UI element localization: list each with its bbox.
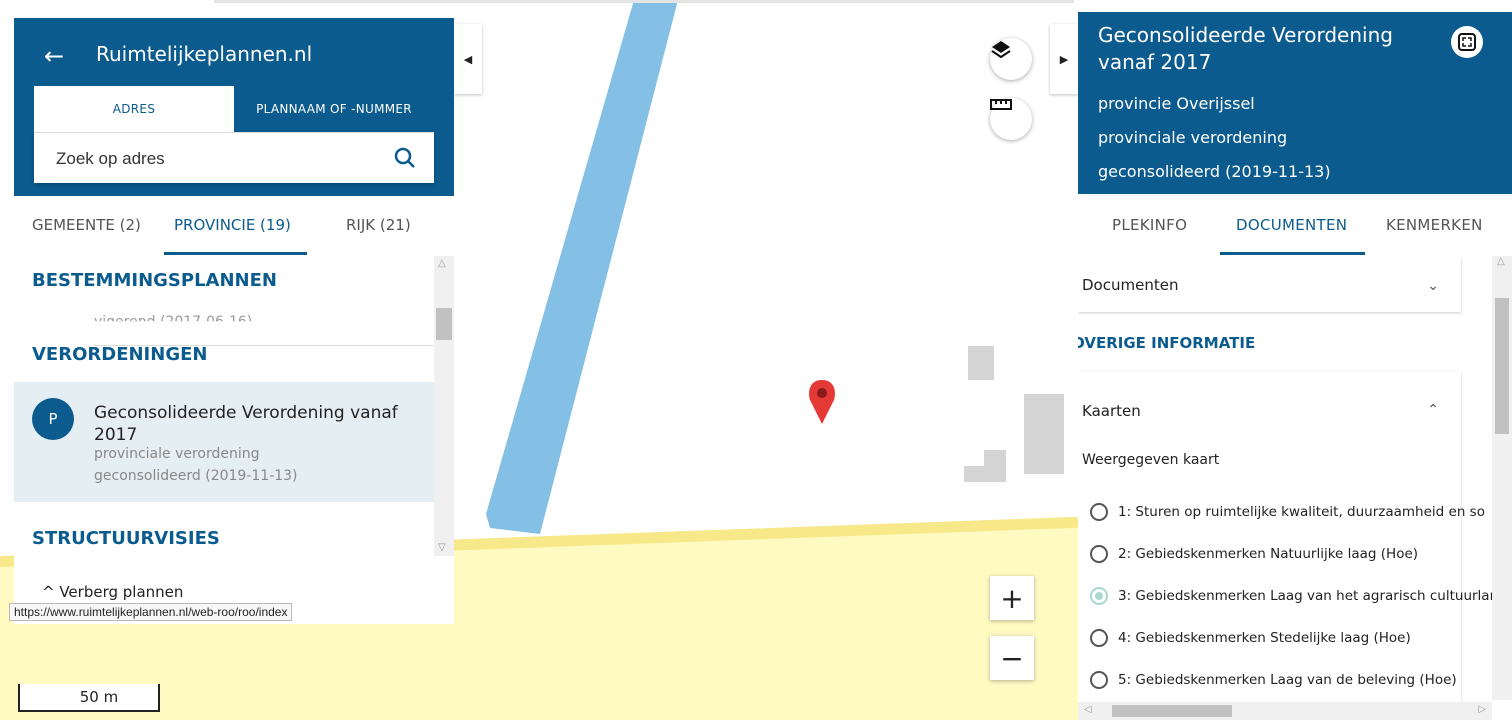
documents-content: Documenten ⌄ OVERIGE INFORMATIE Kaarten … (1078, 256, 1492, 708)
scrollbar-thumb[interactable] (1495, 298, 1509, 434)
kaarten-card: Kaarten ⌃ Weergegeven kaart 1: Sturen op… (1078, 372, 1492, 708)
measure-button[interactable] (990, 98, 1032, 140)
radio-button[interactable] (1090, 503, 1108, 521)
radio-button[interactable] (1090, 545, 1108, 563)
layers-button[interactable] (990, 38, 1032, 80)
tab-plekinfo[interactable]: PLEKINFO (1112, 216, 1187, 234)
map-option-label: 4: Gebiedskenmerken Stedelijke laag (Hoe… (1118, 630, 1411, 646)
plan-title: Geconsolideerde Verordening vanaf 2017 (1098, 23, 1393, 74)
documenten-card[interactable]: Documenten ⌄ (1078, 256, 1461, 312)
collapse-left-panel-button[interactable]: ◀ (454, 24, 482, 94)
chevron-up-icon[interactable]: ⌃ (1427, 402, 1439, 418)
map-option-1[interactable]: 1: Sturen op ruimtelijke kwaliteit, duur… (1090, 500, 1485, 524)
caret-right-icon: ▶ (1059, 52, 1069, 66)
zoom-out-button[interactable]: − (990, 636, 1034, 680)
search-panel-header: ← Ruimtelijkeplannen.nl ADRES PLANNAAM O… (14, 18, 454, 196)
plan-status: geconsolideerd (2019-11-13) (1098, 162, 1331, 181)
url-tooltip: https://www.ruimtelijkeplannen.nl/web-ro… (9, 603, 293, 621)
radio-button[interactable] (1090, 629, 1108, 647)
info-scrollbar[interactable]: △ (1492, 256, 1512, 700)
section-bestemmingsplannen: BESTEMMINGSPLANNEN (32, 270, 277, 291)
collapse-right-panel-button[interactable]: ▶ (1050, 24, 1078, 94)
caret-left-icon: ◀ (463, 52, 473, 66)
active-tab-indicator (164, 252, 307, 255)
plan-type: provinciale verordening (94, 446, 260, 462)
plan-name: Geconsolideerde Verordening vanaf 2017 (94, 403, 398, 445)
plan-info-header: Geconsolideerde Verordening vanaf 2017 p… (1078, 12, 1512, 194)
section-verordeningen: VERORDENINGEN (32, 344, 208, 365)
tab-kenmerken[interactable]: KENMERKEN (1386, 216, 1483, 234)
plan-type-avatar: P (32, 398, 74, 440)
map-option-4[interactable]: 4: Gebiedskenmerken Stedelijke laag (Hoe… (1090, 626, 1411, 650)
plan-province: provincie Overijssel (1098, 94, 1255, 113)
hide-plans-toggle[interactable]: ^ Verberg plannen (42, 583, 183, 601)
list-scrollbar[interactable]: △ ▽ (434, 256, 454, 556)
tab-gemeente[interactable]: GEMEENTE (2) (32, 216, 141, 234)
search-icon[interactable] (394, 147, 416, 169)
weergegeven-kaart-label: Weergegeven kaart (1082, 452, 1220, 468)
scroll-up-icon[interactable]: △ (438, 258, 446, 269)
search-input[interactable] (54, 145, 388, 173)
expand-button[interactable] (1451, 26, 1483, 58)
map-option-label: 3: Gebiedskenmerken Laag van het agraris… (1118, 588, 1492, 604)
map-marker-icon[interactable] (809, 380, 835, 424)
plan-status: geconsolideerd (2019-11-13) (94, 468, 298, 484)
tab-rijk[interactable]: RIJK (21) (346, 216, 411, 234)
radio-button-selected[interactable] (1090, 587, 1108, 605)
horizontal-scrollbar[interactable]: ◁ ▷ (1078, 702, 1492, 720)
tab-adres[interactable]: ADRES (34, 86, 234, 132)
scroll-down-icon[interactable]: ▽ (438, 542, 446, 553)
app-title: Ruimtelijkeplannen.nl (96, 42, 313, 66)
map-option-3[interactable]: 3: Gebiedskenmerken Laag van het agraris… (1090, 584, 1492, 608)
zoom-in-button[interactable]: + (990, 576, 1034, 620)
map-option-label: 1: Sturen op ruimtelijke kwaliteit, duur… (1118, 504, 1485, 520)
chevron-down-icon: ⌄ (1427, 278, 1439, 294)
kaarten-label[interactable]: Kaarten (1082, 402, 1141, 420)
plan-list-item[interactable]: P Geconsolideerde Verordening vanaf 2017… (14, 382, 434, 502)
documenten-label: Documenten (1082, 276, 1179, 294)
faded-list-text: vigerend (2017-06-16) (94, 314, 253, 330)
tab-documenten[interactable]: DOCUMENTEN (1236, 216, 1347, 234)
ruler-icon (990, 99, 1012, 110)
overige-informatie-heading: OVERIGE INFORMATIE (1078, 334, 1256, 352)
active-tab-indicator (1220, 252, 1365, 255)
map-option-5[interactable]: 5: Gebiedskenmerken Laag van de beleving… (1090, 668, 1457, 692)
radio-button[interactable] (1090, 671, 1108, 689)
plan-info-panel: Geconsolideerde Verordening vanaf 2017 p… (1078, 12, 1512, 720)
map-option-2[interactable]: 2: Gebiedskenmerken Natuurlijke laag (Ho… (1090, 542, 1418, 566)
layers-icon (991, 41, 1011, 59)
scroll-left-icon[interactable]: ◁ (1084, 704, 1092, 715)
scrollbar-thumb[interactable] (1112, 705, 1232, 717)
search-box (34, 132, 434, 183)
tab-provincie[interactable]: PROVINCIE (19) (174, 216, 291, 234)
tab-plannaam[interactable]: PLANNAAM OF -NUMMER (234, 86, 434, 132)
scale-label: 50 m (79, 688, 119, 706)
scroll-up-icon[interactable]: △ (1497, 256, 1505, 267)
section-structuurvisies: STRUCTUURVISIES (32, 528, 220, 549)
map-option-label: 2: Gebiedskenmerken Natuurlijke laag (Ho… (1118, 546, 1419, 562)
arrow-left-icon[interactable]: ← (44, 42, 64, 70)
search-mode-tabs: ADRES PLANNAAM OF -NUMMER (34, 86, 434, 132)
map-option-label: 5: Gebiedskenmerken Laag van de beleving… (1118, 672, 1457, 688)
scroll-right-icon[interactable]: ▷ (1478, 704, 1486, 715)
scale-bar: 50 m (18, 684, 160, 712)
search-panel: ← Ruimtelijkeplannen.nl ADRES PLANNAAM O… (14, 18, 454, 624)
category-tabs: GEMEENTE (2) PROVINCIE (19) RIJK (21) (14, 196, 454, 256)
fullscreen-icon (1458, 33, 1476, 51)
scrollbar-thumb[interactable] (436, 308, 452, 340)
plan-type: provinciale verordening (1098, 128, 1288, 147)
